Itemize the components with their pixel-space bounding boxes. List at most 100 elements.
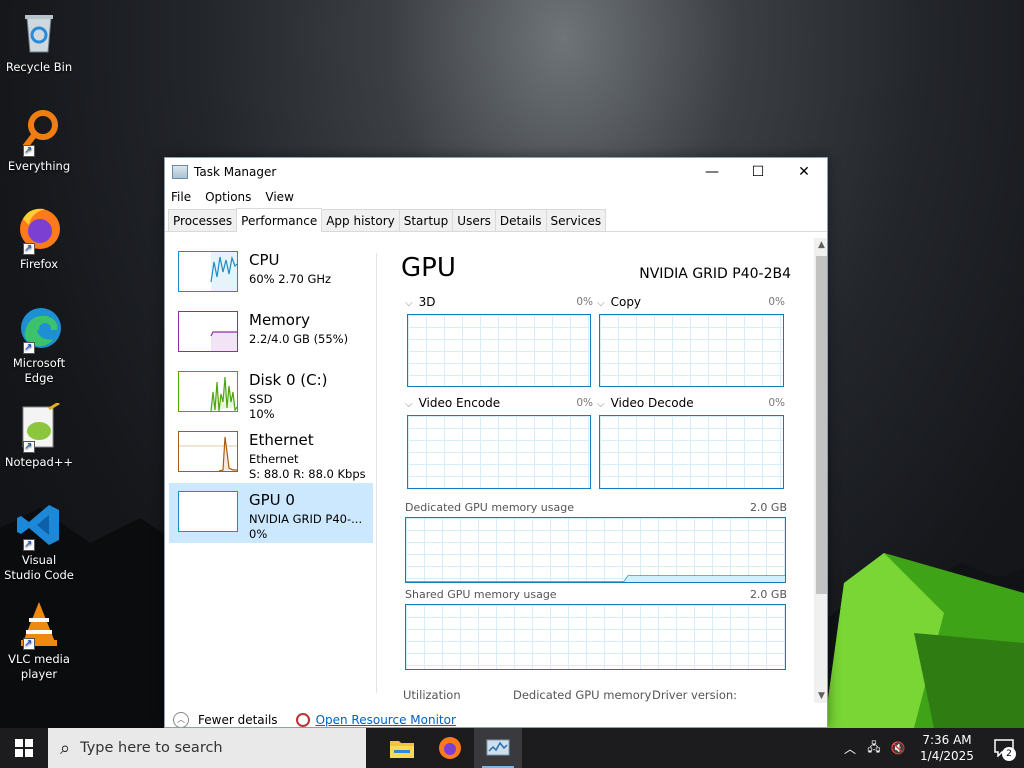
page-title: GPU	[401, 253, 456, 283]
desktop-icon-label: Firefox	[19, 257, 59, 271]
tab-services[interactable]: Services	[545, 209, 607, 231]
notepad-plus-plus-icon	[15, 401, 63, 454]
menu-options[interactable]: Options	[205, 190, 251, 204]
chevron-up-icon[interactable]: ︿	[173, 711, 189, 727]
tab-users[interactable]: Users	[452, 209, 496, 231]
tab-details[interactable]: Details	[494, 209, 547, 231]
notification-center-button[interactable]: 2	[984, 728, 1024, 768]
engine-selector-video-encode[interactable]: ⌵ Video Encode	[405, 396, 500, 410]
shortcut-arrow-icon	[23, 439, 35, 454]
sidebar-item-ethernet[interactable]: Ethernet Ethernet S: 88.0 R: 88.0 Kbps	[169, 423, 373, 483]
gpu-copy-graph	[599, 314, 784, 387]
folder-icon	[390, 741, 414, 758]
sidebar-item-detail: Ethernet	[249, 452, 299, 466]
taskbar: ⌕ Type here to search ︿ 🖧 🔇 7:36 AM 1/4/…	[0, 728, 1024, 768]
engine-selector-3d[interactable]: ⌵ 3D	[405, 295, 435, 309]
performance-sidebar: CPU 60% 2.70 GHz Memory 2.2/4.0 GB (55%)…	[169, 243, 373, 543]
minimize-button[interactable]: —	[689, 158, 735, 186]
bottom-bar: ︿ Fewer details Open Resource Monitor	[165, 710, 827, 727]
scroll-down-icon[interactable]: ▼	[814, 691, 827, 701]
start-button[interactable]	[0, 728, 48, 768]
engine-label: Video Encode	[418, 396, 501, 410]
task-manager-icon	[172, 165, 188, 179]
volume-muted-icon[interactable]: 🔇	[886, 741, 910, 755]
chevron-down-icon: ⌵	[597, 399, 605, 410]
task-manager-window: Task Manager — ☐ ✕ File Options View Pro…	[164, 157, 828, 728]
edge-icon	[15, 304, 63, 355]
desktop-icon-vscode[interactable]: Visual Studio Code	[4, 501, 74, 583]
sidebar-item-detail-2: 10%	[249, 407, 275, 421]
taskbar-file-explorer[interactable]	[378, 728, 426, 768]
stat-dedicated-memory-label: Dedicated GPU memory	[513, 688, 652, 702]
shortcut-arrow-icon	[23, 537, 35, 552]
tab-app-history[interactable]: App history	[321, 209, 400, 231]
tab-startup[interactable]: Startup	[398, 209, 454, 231]
desktop-icon-edge[interactable]: Microsoft Edge	[4, 304, 74, 386]
gpu-thumbnail-graph	[178, 491, 238, 532]
open-resource-monitor-link[interactable]: Open Resource Monitor	[316, 713, 456, 727]
taskbar-task-manager[interactable]	[474, 728, 522, 768]
tab-bar: Processes Performance App history Startu…	[165, 208, 827, 232]
tent-image	[824, 553, 1024, 728]
firefox-icon	[15, 205, 63, 256]
search-placeholder: Type here to search	[80, 740, 223, 756]
chevron-down-icon: ⌵	[405, 298, 413, 309]
desktop-icon-firefox[interactable]: Firefox	[4, 205, 74, 272]
desktop-icon-everything[interactable]: Everything	[4, 107, 74, 174]
windows-logo-icon	[15, 739, 33, 757]
desktop-icon-vlc[interactable]: VLC media player	[4, 600, 74, 682]
title-bar[interactable]: Task Manager — ☐ ✕	[165, 158, 827, 186]
panel-divider	[376, 253, 377, 693]
maximize-button[interactable]: ☐	[735, 158, 781, 186]
chevron-up-icon[interactable]: ︿	[838, 740, 862, 757]
desktop-icon-label: Everything	[7, 159, 71, 173]
gpu-video-encode-graph	[407, 415, 591, 489]
recycle-bin-icon	[15, 8, 63, 56]
clock[interactable]: 7:36 AM 1/4/2025	[910, 732, 984, 764]
chevron-down-icon: ⌵	[597, 298, 605, 309]
sidebar-item-label: Memory	[249, 311, 311, 329]
engine-selector-copy[interactable]: ⌵ Copy	[597, 295, 641, 309]
stat-utilization-label: Utilization	[403, 688, 461, 702]
desktop-icon-recycle-bin[interactable]: Recycle Bin	[4, 8, 74, 75]
scroll-up-icon[interactable]: ▲	[814, 240, 827, 250]
sidebar-item-memory[interactable]: Memory 2.2/4.0 GB (55%)	[169, 303, 373, 363]
dedicated-memory-max: 2.0 GB	[749, 501, 787, 514]
notification-badge: 2	[1002, 747, 1016, 761]
vertical-scrollbar[interactable]: ▲ ▼	[814, 238, 827, 703]
desktop-icon-label: Recycle Bin	[5, 60, 73, 74]
sidebar-item-label: Disk 0 (C:)	[249, 371, 328, 389]
dedicated-memory-graph	[405, 517, 786, 583]
sidebar-item-gpu[interactable]: GPU 0 NVIDIA GRID P40-... 0%	[169, 483, 373, 543]
firefox-icon	[439, 737, 461, 759]
performance-panel: CPU 60% 2.70 GHz Memory 2.2/4.0 GB (55%)…	[165, 233, 827, 727]
clock-date: 1/4/2025	[920, 749, 974, 763]
shared-memory-max: 2.0 GB	[749, 588, 787, 601]
maximize-icon: ☐	[751, 164, 765, 180]
resource-monitor-icon	[295, 712, 310, 727]
sidebar-item-cpu[interactable]: CPU 60% 2.70 GHz	[169, 243, 373, 303]
desktop-icon-label: Visual Studio Code	[4, 553, 74, 582]
scrollbar-thumb[interactable]	[816, 256, 827, 594]
sidebar-item-label: GPU 0	[249, 491, 295, 509]
fewer-details-button[interactable]: Fewer details	[198, 713, 278, 727]
sidebar-item-disk[interactable]: Disk 0 (C:) SSD 10%	[169, 363, 373, 423]
taskbar-search-box[interactable]: ⌕ Type here to search	[48, 728, 366, 768]
task-manager-icon	[486, 739, 510, 756]
tab-processes[interactable]: Processes	[168, 209, 238, 231]
vscode-icon	[15, 501, 63, 552]
sidebar-item-detail: SSD	[249, 392, 273, 406]
tab-performance[interactable]: Performance	[236, 208, 323, 232]
clock-time: 7:36 AM	[922, 733, 972, 747]
taskbar-firefox[interactable]	[426, 728, 474, 768]
everything-search-icon	[15, 107, 63, 158]
menu-file[interactable]: File	[171, 190, 191, 204]
sidebar-item-label: Ethernet	[249, 431, 314, 449]
close-button[interactable]: ✕	[781, 158, 827, 186]
desktop-icon-notepad-plus-plus[interactable]: Notepad++	[4, 401, 74, 470]
gpu-video-decode-graph	[599, 415, 784, 489]
engine-selector-video-decode[interactable]: ⌵ Video Decode	[597, 396, 694, 410]
network-icon[interactable]: 🖧	[862, 738, 886, 759]
disk-thumbnail-graph	[178, 371, 238, 412]
menu-view[interactable]: View	[265, 190, 293, 204]
